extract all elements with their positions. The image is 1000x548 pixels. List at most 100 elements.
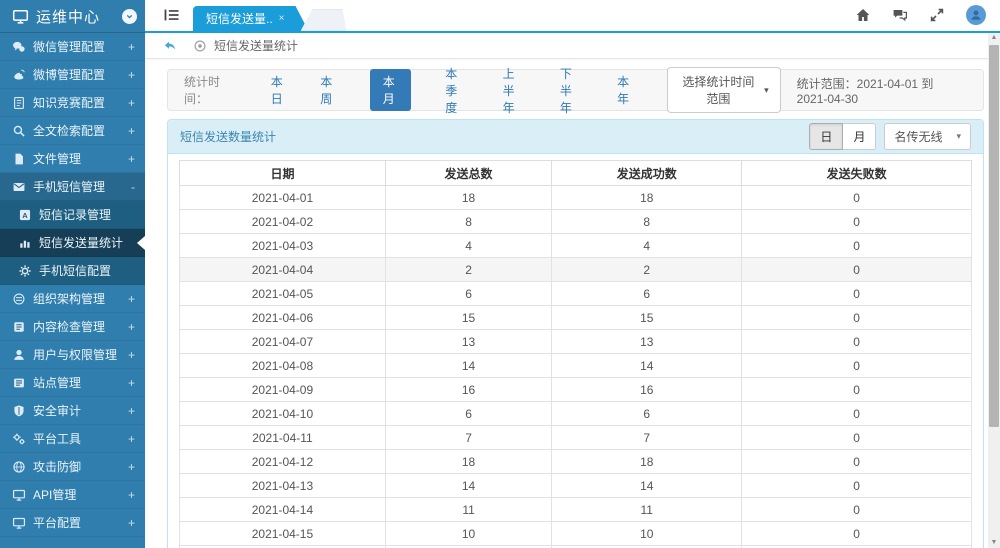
expand-toggle-icon[interactable]: + [128,96,135,110]
filter-option-下半年[interactable]: 下半年 [560,65,583,116]
expand-toggle-icon[interactable]: + [128,460,135,474]
menu-item-label: 短信记录管理 [39,206,135,223]
filter-option-本年[interactable]: 本年 [617,73,633,107]
sidebar-item-api-management[interactable]: API管理+ [0,481,145,509]
table-row-2021-04-04[interactable]: 2021-04-04220 [180,258,972,282]
filter-option-本日[interactable]: 本日 [271,73,287,107]
table-row-2021-04-07[interactable]: 2021-04-0713130 [180,330,972,354]
home-icon[interactable] [855,7,871,23]
chevron-down-circle-icon[interactable] [122,9,137,24]
expand-toggle-icon[interactable]: + [128,404,135,418]
sidebar-item-file-management[interactable]: 文件管理+ [0,145,145,173]
expand-toggle-icon[interactable]: + [128,516,135,530]
table-cell: 6 [385,402,551,426]
expand-icon[interactable] [929,7,945,23]
sidebar-item-user-permission[interactable]: 用户与权限管理+ [0,341,145,369]
scroll-up-icon[interactable]: ▲ [991,33,998,43]
expand-toggle-icon[interactable]: + [128,40,135,54]
table-row-2021-04-09[interactable]: 2021-04-0916160 [180,378,972,402]
table-row-2021-04-13[interactable]: 2021-04-1314140 [180,474,972,498]
table-cell: 2021-04-10 [180,402,386,426]
sidebar-item-wechat-config[interactable]: 微信管理配置+ [0,33,145,61]
sidebar-item-security-audit[interactable]: 安全审计+ [0,397,145,425]
sidebar-item-site-management[interactable]: 站点管理+ [0,369,145,397]
scroll-down-icon[interactable]: ▼ [991,538,998,548]
app-title: 运维中心 [36,6,122,27]
submenu-item-sms-record-management[interactable]: A短信记录管理 [0,201,145,229]
table-cell: 4 [552,234,742,258]
filter-option-本季度[interactable]: 本季度 [445,65,468,116]
sidebar-item-platform-config[interactable]: 平台配置+ [0,509,145,537]
table-cell: 2 [385,258,551,282]
sidebar-item-fulltext-search-config[interactable]: 全文检索配置+ [0,117,145,145]
topbar-icons [855,5,986,25]
table-cell: 0 [742,378,972,402]
table-cell: 13 [552,330,742,354]
table-cell: 0 [742,210,972,234]
expand-toggle-icon[interactable]: + [128,68,135,82]
book-icon [12,320,26,334]
desktop-icon [12,488,26,502]
expand-toggle-icon[interactable]: + [128,488,135,502]
table-cell: 13 [385,330,551,354]
scrollbar-thumb[interactable] [989,45,999,427]
sidebar-item-org-structure[interactable]: 组织架构管理+ [0,285,145,313]
table-row-2021-04-06[interactable]: 2021-04-0615150 [180,306,972,330]
sidebar-item-weibo-config[interactable]: 微博管理配置+ [0,61,145,89]
table-row-2021-04-14[interactable]: 2021-04-1411110 [180,498,972,522]
back-arrow-icon[interactable] [163,39,177,53]
expand-toggle-icon[interactable]: + [128,376,135,390]
table-row-2021-04-12[interactable]: 2021-04-1218180 [180,450,972,474]
sidebar-item-sms-management[interactable]: 手机短信管理- [0,173,145,201]
table-row-2021-04-05[interactable]: 2021-04-05660 [180,282,972,306]
sidebar-item-content-check[interactable]: 内容检查管理+ [0,313,145,341]
table-cell: 2021-04-02 [180,210,386,234]
carrier-select[interactable]: 名传无线 ▾ [884,123,971,150]
day-month-toggle: 日月 [809,123,876,150]
eye-icon [193,39,207,53]
table-row-2021-04-01[interactable]: 2021-04-0118180 [180,186,972,210]
table-cell: 10 [385,522,551,546]
sidebar-toggle-icon[interactable] [163,6,181,24]
table-row-2021-04-03[interactable]: 2021-04-03440 [180,234,972,258]
table-cell: 2021-04-06 [180,306,386,330]
table-row-2021-04-15[interactable]: 2021-04-1510100 [180,522,972,546]
expand-toggle-icon[interactable]: + [128,152,135,166]
submenu-item-sms-config[interactable]: 手机短信配置 [0,257,145,285]
table-row-2021-04-11[interactable]: 2021-04-11770 [180,426,972,450]
envelope-icon [12,180,26,194]
table-cell: 0 [742,498,972,522]
range-button-label: 选择统计时间范围 [679,73,759,107]
expand-toggle-icon[interactable]: + [128,432,135,446]
expand-toggle-icon[interactable]: + [128,124,135,138]
table-body: 2021-04-01181802021-04-028802021-04-0344… [180,186,972,548]
menu-item-label: 微信管理配置 [33,38,128,55]
view-toggle-日-button[interactable]: 日 [809,123,843,150]
tab-close-icon[interactable]: × [279,13,285,24]
table-row-2021-04-02[interactable]: 2021-04-02880 [180,210,972,234]
filter-option-本月[interactable]: 本月 [370,69,412,111]
expand-toggle-icon[interactable]: + [128,292,135,306]
newspaper-icon [12,376,26,390]
comments-icon[interactable] [892,7,908,23]
submenu-item-sms-volume-stats[interactable]: 短信发送量统计 [0,229,145,257]
filter-option-上半年[interactable]: 上半年 [503,65,526,116]
table-cell: 0 [742,234,972,258]
select-time-range-button[interactable]: 选择统计时间范围 ▾ [667,67,781,113]
table-row-2021-04-08[interactable]: 2021-04-0814140 [180,354,972,378]
sidebar-item-attack-defense[interactable]: 攻击防御+ [0,453,145,481]
table-cell: 2021-04-09 [180,378,386,402]
expand-toggle-icon[interactable]: + [128,348,135,362]
vertical-scrollbar[interactable]: ▲ ▼ [988,33,1000,548]
expand-toggle-icon[interactable]: + [128,320,135,334]
collapse-toggle-icon[interactable]: - [131,180,135,194]
sidebar-item-platform-tools[interactable]: 平台工具+ [0,425,145,453]
view-toggle-月-button[interactable]: 月 [843,123,876,150]
table-row-2021-04-10[interactable]: 2021-04-10660 [180,402,972,426]
sidebar-item-quiz-config[interactable]: 知识竞赛配置+ [0,89,145,117]
content: 统计时间： 本日本周本月本季度上半年下半年本年 选择统计时间范围 ▾ 统计范围：… [145,59,988,548]
table-cell: 0 [742,426,972,450]
user-avatar-icon[interactable] [966,5,986,25]
filter-option-本周[interactable]: 本周 [320,73,336,107]
tab-sms-volume-stats[interactable]: 短信发送量.. × [193,6,309,31]
